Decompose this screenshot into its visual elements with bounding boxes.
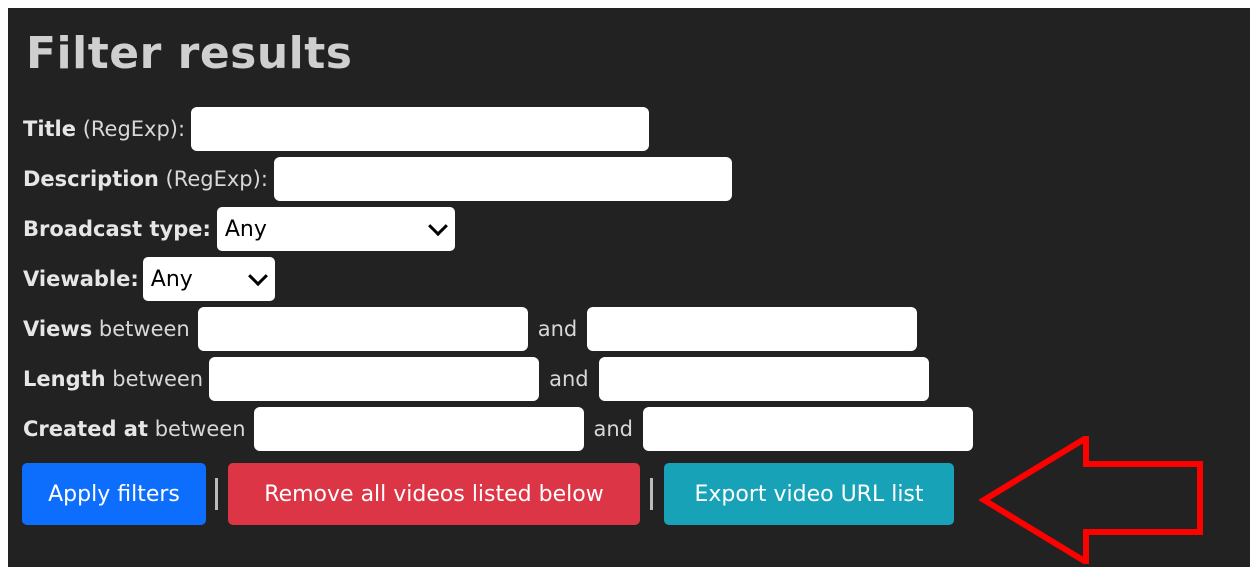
broadcast-type-label: Broadcast type: <box>23 217 211 241</box>
viewable-selected: Any <box>150 266 193 292</box>
created-at-filter-row: Created at between and <box>23 404 974 454</box>
description-regexp-input[interactable] <box>273 157 732 201</box>
chevron-down-icon <box>427 216 448 237</box>
views-filter-label: Views between <box>23 317 190 341</box>
filter-panel: Filter results Title (RegExp): Descripti… <box>8 8 1250 567</box>
broadcast-type-select[interactable]: Any <box>216 207 455 251</box>
broadcast-type-selected: Any <box>224 216 267 242</box>
length-min-input[interactable] <box>209 357 540 401</box>
created-at-filter-label: Created at between <box>23 417 246 441</box>
button-separator <box>650 478 653 510</box>
title-regexp-input[interactable] <box>191 107 650 151</box>
page-title: Filter results <box>26 28 353 79</box>
views-filter-row: Views between and <box>23 304 918 354</box>
export-url-list-button[interactable]: Export video URL list <box>664 463 954 525</box>
length-max-input[interactable] <box>598 357 929 401</box>
viewable-label: Viewable: <box>23 267 139 291</box>
length-filter-label: Length between <box>23 367 204 391</box>
created-at-max-input[interactable] <box>643 407 974 451</box>
viewable-row: Viewable: Any <box>23 254 275 304</box>
length-filter-row: Length between and <box>23 354 929 404</box>
title-filter-label: Title (RegExp): <box>23 117 186 141</box>
description-filter-label: Description (RegExp): <box>23 167 268 191</box>
annotation-arrow-icon <box>978 436 1203 564</box>
views-max-input[interactable] <box>587 307 918 351</box>
title-filter-row: Title (RegExp): <box>23 104 650 154</box>
apply-filters-button[interactable]: Apply filters <box>22 463 206 525</box>
length-and-label: and <box>549 367 589 391</box>
chevron-down-icon <box>247 266 268 287</box>
created-at-min-input[interactable] <box>253 407 584 451</box>
created-at-and-label: and <box>593 417 634 441</box>
button-separator <box>215 478 218 510</box>
remove-all-videos-button[interactable]: Remove all videos listed below <box>228 463 640 525</box>
viewable-select[interactable]: Any <box>142 257 275 301</box>
views-min-input[interactable] <box>197 307 528 351</box>
description-filter-row: Description (RegExp): <box>23 154 732 204</box>
arrow-outline <box>978 436 1203 564</box>
views-and-label: and <box>537 317 578 341</box>
broadcast-type-row: Broadcast type: Any <box>23 204 455 254</box>
